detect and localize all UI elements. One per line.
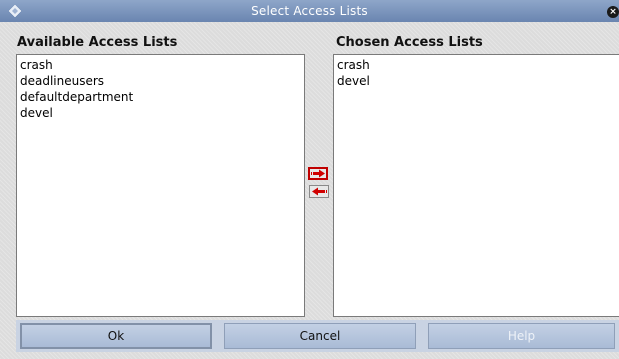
list-item[interactable]: devel [20, 105, 301, 121]
list-item[interactable]: deadlineusers [20, 73, 301, 89]
window-title: Select Access Lists [251, 4, 368, 18]
chosen-lists-listbox[interactable]: crash devel [333, 54, 619, 317]
cancel-button[interactable]: Cancel [224, 323, 416, 349]
list-item[interactable]: defaultdepartment [20, 89, 301, 105]
arrow-right-icon [311, 169, 325, 178]
help-button[interactable]: Help [428, 323, 615, 349]
title-bar[interactable]: Select Access Lists × [0, 0, 619, 22]
select-access-lists-dialog: Select Access Lists × Available Access L… [0, 0, 619, 359]
list-item[interactable]: devel [337, 73, 616, 89]
remove-from-chosen-button[interactable] [309, 185, 329, 198]
list-item[interactable]: crash [20, 57, 301, 73]
add-to-chosen-button[interactable] [308, 167, 328, 180]
chosen-lists-label: Chosen Access Lists [336, 35, 483, 50]
close-icon[interactable]: × [607, 6, 619, 18]
ok-button[interactable]: Ok [20, 323, 212, 349]
available-lists-listbox[interactable]: crash deadlineusers defaultdepartment de… [16, 54, 305, 317]
list-item[interactable]: crash [337, 57, 616, 73]
arrow-left-icon [312, 187, 327, 196]
available-lists-label: Available Access Lists [17, 35, 178, 50]
